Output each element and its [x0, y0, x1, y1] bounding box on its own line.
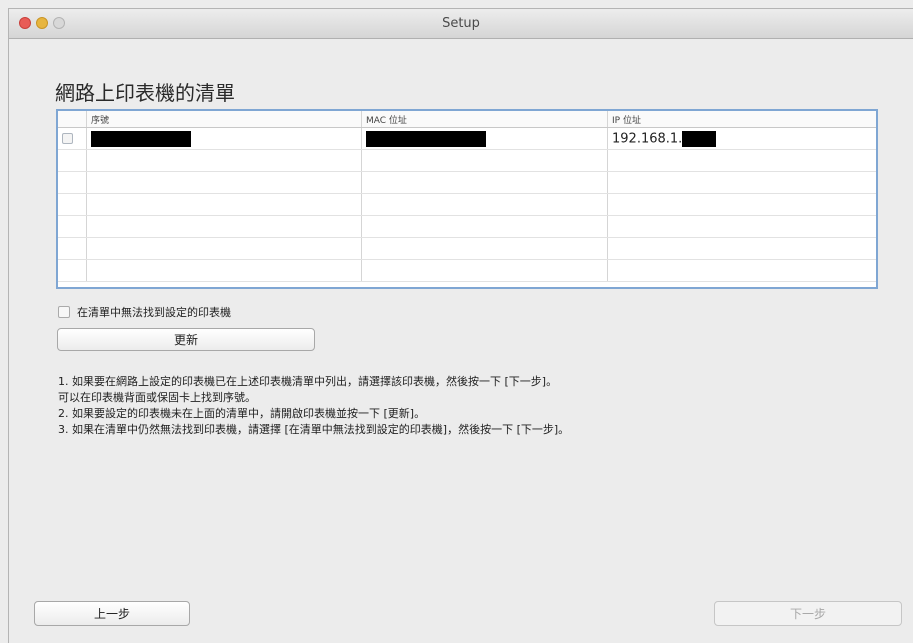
table-row	[58, 193, 876, 216]
redacted-mac	[366, 130, 486, 147]
instruction-line: 可以在印表機背面或保固卡上找到序號。	[58, 391, 256, 404]
ip-address-prefix: 192.168.1.	[612, 131, 683, 146]
table-row	[58, 171, 876, 194]
table-header-row: 序號 MAC 位址 IP 位址	[58, 111, 876, 128]
instruction-line: 3. 如果在清單中仍然無法找到印表機，請選擇 [在清單中無法找到設定的印表機]，…	[58, 423, 570, 436]
mac-column-header[interactable]: MAC 位址	[361, 111, 608, 128]
row-checkbox[interactable]	[62, 133, 73, 144]
instructions: 1. 如果要在網路上設定的印表機已在上述印表機清單中列出，請選擇該印表機，然後按…	[58, 374, 898, 438]
printer-not-found-option[interactable]: 在清單中無法找到設定的印表機	[58, 304, 231, 320]
instruction-line: 1. 如果要在網路上設定的印表機已在上述印表機清單中列出，請選擇該印表機，然後按…	[58, 375, 558, 388]
table-row	[58, 149, 876, 172]
page-title: 網路上印表機的清單	[55, 81, 235, 105]
select-column-header	[58, 111, 87, 128]
printer-list-table: 序號 MAC 位址 IP 位址 192.168.1.	[56, 109, 878, 289]
table-row[interactable]: 192.168.1.	[58, 127, 876, 150]
table-row	[58, 237, 876, 260]
ip-column-header[interactable]: IP 位址	[607, 111, 876, 128]
setup-window: Setup 網路上印表機的清單 序號 MAC 位址 IP 位址 192.168.…	[8, 8, 913, 643]
next-button[interactable]: 下一步	[714, 601, 902, 626]
table-row	[58, 215, 876, 238]
back-button[interactable]: 上一步	[34, 601, 190, 626]
ip-cell: 192.168.1.	[607, 127, 876, 150]
title-bar: Setup	[9, 9, 913, 39]
mac-cell	[361, 127, 608, 150]
table-row	[58, 259, 876, 282]
redacted-ip-suffix	[682, 130, 717, 147]
serial-cell	[86, 127, 362, 150]
instruction-line: 2. 如果要設定的印表機未在上面的清單中，請開啟印表機並按一下 [更新]。	[58, 407, 426, 420]
refresh-button[interactable]: 更新	[57, 328, 315, 351]
printer-not-found-label: 在清單中無法找到設定的印表機	[77, 306, 231, 319]
serial-column-header[interactable]: 序號	[86, 111, 362, 128]
window-title: Setup	[442, 16, 480, 31]
redacted-serial	[91, 130, 191, 147]
row-select-cell	[58, 127, 87, 150]
printer-not-found-checkbox[interactable]	[58, 306, 70, 318]
